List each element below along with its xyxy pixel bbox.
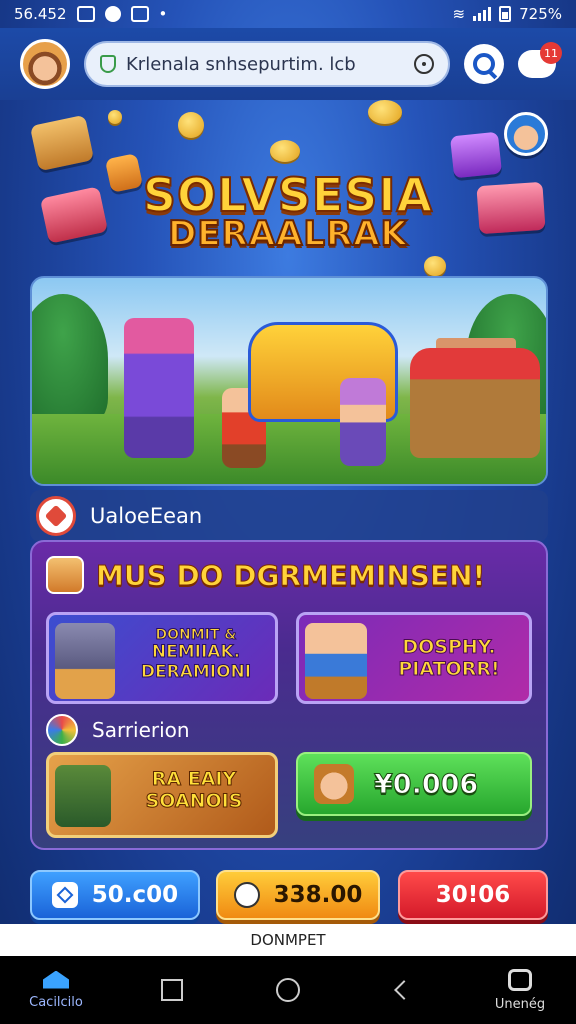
notification-icon	[76, 6, 95, 22]
avatar-circle-icon	[504, 112, 548, 156]
coin-icon	[108, 110, 122, 124]
section-header[interactable]: UaloeEean	[30, 490, 548, 542]
coin-icon	[424, 256, 446, 276]
ad-strip[interactable]: DONMPET	[0, 924, 576, 956]
search-button[interactable]	[464, 44, 504, 84]
coin-icon	[368, 100, 402, 124]
magnifier-icon	[473, 53, 495, 75]
red-currency-button[interactable]: 30!06	[398, 870, 548, 920]
purple-character	[124, 318, 194, 458]
avatar-tile-icon	[29, 114, 95, 172]
orange-currency-button[interactable]: 338.00	[216, 870, 380, 920]
card-easy-line1: RA EAIY	[151, 768, 237, 791]
status-bar: 56.452 • ≋ 725%	[0, 0, 576, 28]
featured-banner[interactable]	[30, 276, 548, 486]
promo-card-shop[interactable]: DOSPHY. PIATORR!	[296, 612, 532, 704]
card-wolf-line1: DONMIT &	[155, 626, 237, 643]
nav-profile[interactable]: Unenég	[490, 968, 550, 1012]
card-shop-line2: PIATORR!	[398, 657, 500, 680]
profile-icon	[508, 968, 532, 991]
card-wolf-text: DONMIT & NEMIIAK. DERAMIONI	[121, 626, 271, 682]
more-dots-icon: •	[158, 5, 168, 23]
panel-title-row: MUS DO DGRMEMINSEN!	[46, 556, 486, 594]
coin-icon	[270, 140, 300, 162]
subsection-label: Sarrierion	[92, 718, 190, 742]
character-face-icon	[314, 764, 354, 804]
recents-icon	[161, 979, 183, 1001]
wheel-icon	[46, 714, 78, 746]
nav-home-label: Cacilcilo	[29, 994, 83, 1010]
signal-icon	[473, 7, 492, 21]
panel-title: MUS DO DGRMEMINSEN!	[95, 558, 486, 592]
bottom-nav: Cacilcilo Unenég	[0, 956, 576, 1024]
home-icon	[43, 970, 69, 989]
card-wolf-line2: NEMIIAK.	[151, 642, 241, 663]
character-portrait-icon	[46, 556, 84, 594]
chest-image	[55, 765, 111, 827]
nav-system-home[interactable]	[258, 978, 318, 1002]
blue-currency-button[interactable]: 50.c00	[30, 870, 200, 920]
section-category-icon	[36, 496, 76, 536]
ad-strip-text: DONMPET	[250, 931, 326, 949]
gallery-icon	[130, 6, 149, 22]
search-bar[interactable]	[84, 41, 450, 87]
blue-currency-value: 50.c00	[91, 882, 179, 908]
palm-tree-left	[32, 294, 108, 424]
info-icon[interactable]	[414, 54, 434, 74]
treasure-wagon	[410, 348, 540, 458]
game-logo-subtitle: DERAALRAK	[167, 213, 408, 255]
orange-currency-value: 338.00	[273, 882, 363, 908]
card-easy-line2: SOANOIS	[145, 789, 243, 812]
card-shop-line1: DOSPHY.	[402, 636, 496, 659]
promo-card-wolf[interactable]: DONMIT & NEMIIAK. DERAMIONI	[46, 612, 278, 704]
card-shop-text: DOSPHY. PIATORR!	[369, 636, 529, 681]
card-wolf-line3: DERAMIONI	[140, 661, 252, 682]
status-time: 56.452	[14, 5, 67, 23]
notification-badge: 11	[540, 42, 562, 64]
nav-back[interactable]	[374, 980, 434, 1000]
card-easy-text: RA EAIY SOANOIS	[119, 768, 269, 813]
game-home-screen: 56.452 • ≋ 725% 11	[0, 0, 576, 1024]
coin-icon	[178, 112, 204, 138]
nav-home[interactable]: Cacilcilo	[26, 970, 86, 1010]
profile-avatar[interactable]	[20, 39, 70, 89]
wolf-character-image	[55, 623, 115, 699]
red-currency-value: 30!06	[435, 882, 511, 908]
search-input[interactable]	[126, 53, 404, 75]
wifi-icon: ≋	[452, 5, 466, 23]
back-arrow-icon	[394, 980, 414, 1000]
buy-price-label: ¥0.006	[373, 768, 479, 800]
top-bar: 11	[0, 28, 576, 100]
battery-icon	[499, 6, 512, 22]
nav-profile-label: Unenég	[494, 996, 546, 1012]
circle-home-icon	[276, 978, 300, 1002]
chat-button[interactable]: 11	[518, 42, 562, 78]
promo-panel: MUS DO DGRMEMINSEN! DONMIT & NEMIIAK. DE…	[30, 540, 548, 850]
subsection-row[interactable]: Sarrierion	[46, 714, 190, 746]
section-label: UaloeEean	[90, 504, 203, 528]
coin-bag-icon	[233, 882, 260, 908]
battery-level: 725%	[519, 5, 562, 23]
buy-price-button[interactable]: ¥0.006	[296, 752, 532, 816]
nav-recents[interactable]	[142, 979, 202, 1001]
hero-logo-area: SOLVSESIA DERAALRAK	[0, 100, 576, 278]
shop-character-image	[305, 623, 367, 699]
pink-character	[340, 378, 386, 466]
home-shield-icon	[51, 882, 78, 908]
promo-card-easy[interactable]: RA EAIY SOANOIS	[46, 752, 278, 838]
secure-shield-icon	[100, 55, 116, 73]
messenger-icon	[104, 6, 121, 22]
